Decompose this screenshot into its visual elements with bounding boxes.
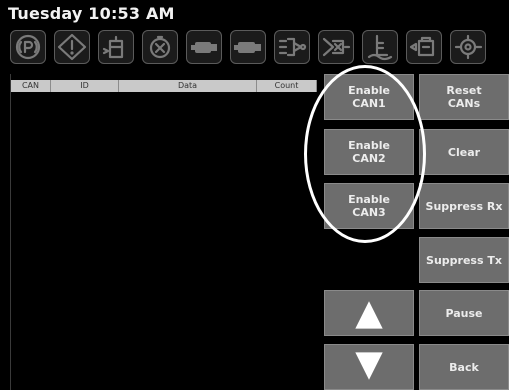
warning-diamond-icon[interactable] — [54, 30, 90, 64]
column-count: Count — [257, 80, 317, 92]
suppress-tx-button[interactable]: Suppress Tx — [419, 237, 509, 283]
table-header: CAN ID Data Count — [11, 80, 317, 92]
parking-brake-icon[interactable] — [10, 30, 46, 64]
fluid-level-icon[interactable] — [362, 30, 398, 64]
date-time: Tuesday 10:53 AM — [8, 4, 175, 23]
can-message-table[interactable]: CAN ID Data Count — [10, 74, 321, 390]
empty-button-slot — [324, 237, 414, 283]
column-can: CAN — [11, 80, 51, 92]
pause-button[interactable]: Pause — [419, 290, 509, 336]
fuel-filter-icon[interactable] — [98, 30, 134, 64]
enable-can2-button[interactable]: Enable CAN2 — [324, 129, 414, 175]
column-id: ID — [51, 80, 119, 92]
icon-bar — [10, 28, 509, 66]
enable-can1-button[interactable]: Enable CAN1 — [324, 74, 414, 120]
up-arrow-icon — [355, 301, 383, 329]
status-header: Tuesday 10:53 AM — [0, 0, 509, 28]
oil-pressure-icon[interactable] — [142, 30, 178, 64]
transmission-icon[interactable] — [450, 30, 486, 64]
fuel-system-icon[interactable] — [274, 30, 310, 64]
reset-cans-button[interactable]: Reset CANs — [419, 74, 509, 120]
enable-can3-button[interactable]: Enable CAN3 — [324, 183, 414, 229]
suppress-rx-button[interactable]: Suppress Rx — [419, 183, 509, 229]
down-arrow-icon — [355, 352, 383, 380]
column-data: Data — [119, 80, 257, 92]
clear-button[interactable]: Clear — [419, 129, 509, 175]
engine-check-icon[interactable] — [230, 30, 266, 64]
coolant-icon[interactable] — [406, 30, 442, 64]
exhaust-filter-icon[interactable] — [318, 30, 354, 64]
back-button[interactable]: Back — [419, 344, 509, 390]
scroll-up-button[interactable] — [324, 290, 414, 336]
engine-icon[interactable] — [186, 30, 222, 64]
scroll-down-button[interactable] — [324, 344, 414, 390]
